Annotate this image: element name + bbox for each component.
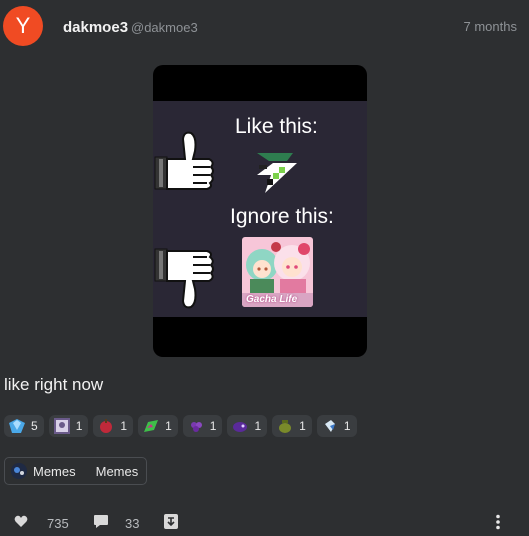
thumbs-down-icon [154,248,214,309]
like-button[interactable] [14,515,28,528]
action-bar: 735 33 [0,508,529,536]
reaction-chip[interactable]: 1 [316,415,357,437]
purple-blob-icon [233,422,248,432]
tag-label: Memes [33,463,76,479]
more-options-button[interactable] [495,514,501,530]
reaction-count: 1 [75,419,83,433]
blue-crystal-icon [9,419,25,433]
share-icon [164,514,178,529]
thumbs-up-icon [154,131,214,190]
comment-button[interactable] [93,514,109,529]
avatar-letter: Y [15,13,31,38]
post-timestamp[interactable]: 7 months [464,19,517,34]
share-button[interactable] [163,513,179,530]
reaction-count: 1 [254,419,262,433]
meme-ignore-text: Ignore this: [230,205,334,228]
red-apple-icon [100,419,113,433]
meme-like-text: Like this: [235,115,318,138]
tag-label-secondary: Memes [95,463,139,479]
gacha-life-image: Gacha Life [242,237,313,307]
reaction-count: 1 [343,419,351,433]
green-leaf-icon [144,420,159,432]
reaction-count: 1 [120,419,128,433]
post-caption: like right now [4,375,104,394]
avatar[interactable]: Y [3,6,43,46]
reaction-chip[interactable]: 1 [48,415,89,437]
reaction-chip[interactable]: 5 [4,415,44,437]
memes-tag[interactable]: Memes Memes [4,457,148,485]
milk-bottle-icon [324,420,335,432]
reaction-chip[interactable]: 1 [182,415,223,437]
olive-jar-icon [279,420,292,433]
framed-portrait-icon [53,418,70,434]
reaction-count: 1 [165,419,172,433]
reaction-bar: 5 1 1 1 1 1 1 1 [4,415,357,437]
reaction-chip[interactable]: 1 [227,415,268,437]
post-header: Y dakmoe3 @dakmoe3 7 months [0,0,529,50]
purple-grapes-icon [190,422,202,432]
reaction-chip[interactable]: 1 [93,415,134,437]
more-vertical-icon [496,514,500,530]
meme-panel: Like this: Ignore this: Gacha Life [153,101,367,317]
like-count: 735 [47,516,69,531]
author-name[interactable]: dakmoe3 [63,19,128,36]
memes-community-icon [11,463,27,479]
reaction-chip[interactable]: 1 [272,415,312,437]
comment-icon [94,515,108,528]
post-image[interactable]: Like this: Ignore this: Gacha Life [153,65,367,357]
reaction-chip[interactable]: 1 [138,415,178,437]
reaction-count: 1 [299,419,306,433]
comment-count: 33 [125,516,140,531]
heart-icon [14,515,28,527]
author-handle[interactable]: @dakmoe3 [131,20,198,35]
gacha-life-logo: Gacha Life [246,294,298,305]
lightning-bolt-icon [257,153,297,193]
reaction-count: 1 [209,419,217,433]
reaction-count: 5 [31,419,38,433]
